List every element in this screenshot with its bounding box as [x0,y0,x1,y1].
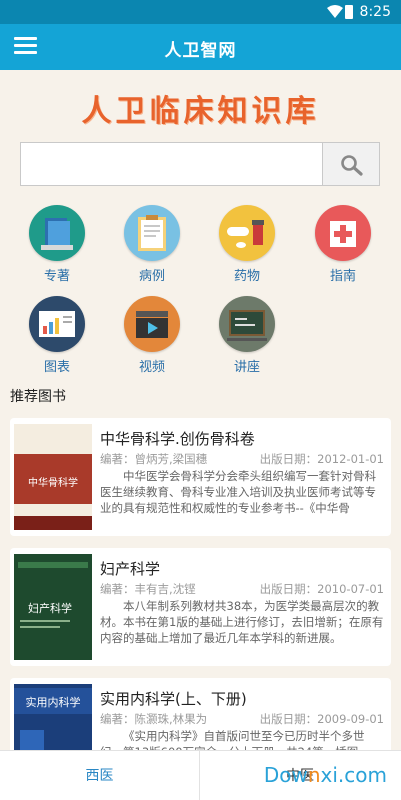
first-aid-icon [315,205,371,261]
status-bar: 8:25 [0,0,401,24]
category-monographs[interactable]: 专著 [17,205,97,284]
watermark-text: xi.com [320,763,387,787]
book-title: 中华骨科学.创伤骨科卷 [100,430,255,448]
category-videos[interactable]: 视频 [112,296,192,375]
book-meta: 编著：陈灏珠,林果为 出版日期：2009-09-01 [100,711,384,727]
section-title: 推荐图书 [10,389,66,405]
book-card[interactable]: 妇产科学 妇产科学 编著：丰有吉,沈铿 出版日期：2010-07-01 本八年制… [10,548,391,666]
book-description: 中华医学会骨科学分会牵头组织编写一套针对骨科医生继续教育、骨科专业准入培训及执业… [100,469,376,515]
category-label: 药物 [233,269,260,284]
book-title: 实用内科学(上、下册) [100,690,247,708]
book-date: 出版日期：2012-01-01 [259,452,384,466]
watermark-accent: n [307,763,321,787]
book-meta: 编著：丰有吉,沈铿 出版日期：2010-07-01 [100,581,384,597]
tab-western-medicine[interactable]: 西医 [0,751,200,800]
book-date: 出版日期：2009-09-01 [259,712,384,726]
cover-title: 中华骨科学 [28,476,78,489]
book-cover: 中华骨科学 [14,424,92,530]
category-label: 视频 [138,360,165,375]
book-card[interactable]: 中华骨科学 中华骨科学.创伤骨科卷 编著：曾炳芳,梁国穗 出版日期：2012-0… [10,418,391,536]
category-label: 指南 [329,269,356,284]
status-time: 8:25 [359,4,391,20]
category-lectures[interactable]: 讲座 [207,296,287,375]
watermark-text: Dow [263,763,308,787]
book-editor: 编著：陈灏珠,林果为 [100,712,208,726]
books-icon [29,205,85,261]
book-editor: 编著：曾炳芳,梁国穗 [100,452,208,466]
book-meta: 编著：曾炳芳,梁国穗 出版日期：2012-01-01 [100,451,384,467]
app-title: 人卫智网 [164,41,237,61]
chalkboard-icon [219,296,275,352]
search-icon [341,155,363,176]
watermark-logo: Downxi.com [264,763,387,787]
wifi-icon [327,5,343,18]
hero-title: 人卫临床知识库 [81,94,320,129]
book-cover: 妇产科学 [14,554,92,660]
book-editor: 编著：丰有吉,沈铿 [100,582,196,596]
category-drugs[interactable]: 药物 [207,205,287,284]
search-input[interactable] [20,142,323,186]
chart-board-icon [29,296,85,352]
app-bar: 人卫智网 [0,24,401,70]
pills-icon [219,205,275,261]
cover-title: 妇产科学 [28,601,72,615]
category-label: 病例 [138,269,165,284]
category-label: 专著 [43,269,70,284]
category-cases[interactable]: 病例 [112,205,192,284]
clipboard-icon [124,205,180,261]
category-guidelines[interactable]: 指南 [303,205,383,284]
category-charts[interactable]: 图表 [17,296,97,375]
book-description: 本八年制系列教材共38本，为医学类最高层次的教材。本书在第1版的基础上进行修订，… [100,599,384,645]
search-button[interactable] [322,142,380,186]
book-date: 出版日期：2010-07-01 [259,582,384,596]
category-label: 讲座 [233,360,260,375]
category-label: 图表 [43,360,70,375]
book-title: 妇产科学 [100,560,161,578]
battery-icon [345,5,353,19]
video-clapper-icon [124,296,180,352]
cover-title: 实用内科学 [26,695,81,709]
